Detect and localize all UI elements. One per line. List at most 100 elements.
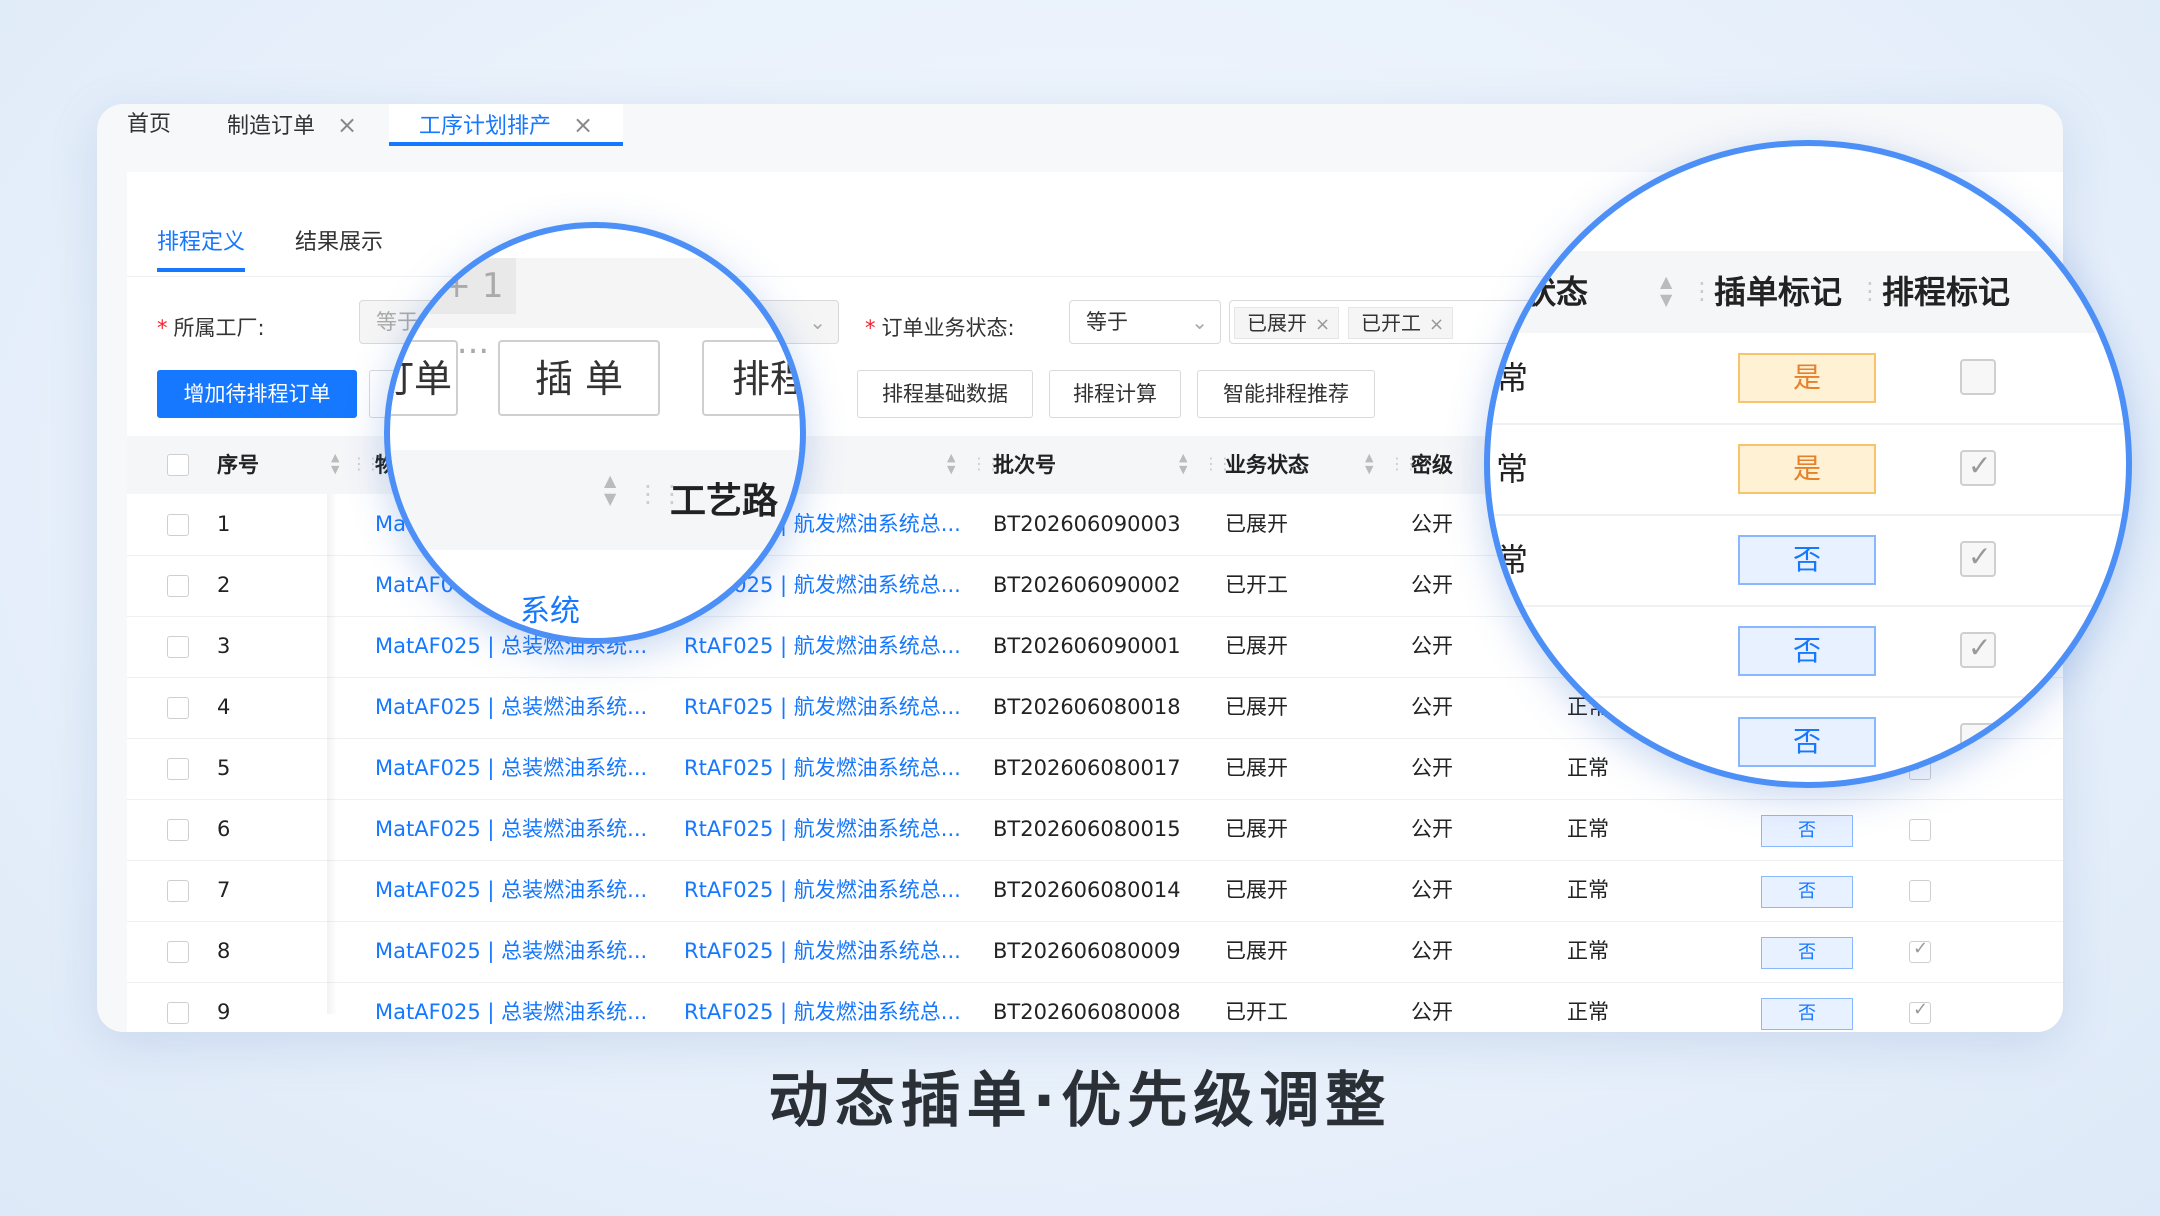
row-checkbox[interactable] [167,941,189,963]
col-secret-level: 密级 [1411,453,1453,477]
insert-mark-badge[interactable]: 否 [1738,717,1876,767]
overflow-tag[interactable]: + 1 ... [430,258,516,362]
row-checkbox[interactable] [167,514,189,536]
cell-secret-level: 公开 [1411,939,1453,963]
basic-data-button[interactable]: 排程基础数据 [857,370,1033,418]
cell-route[interactable]: RtAF025 | 航发燃油系统总... [684,738,961,799]
cell-material[interactable]: MatAF025 | 总装燃油系统... [375,921,647,982]
schedule-mark-checkbox[interactable] [1960,540,1996,577]
row-checkbox[interactable] [167,697,189,719]
schedule-mark-checkbox[interactable] [1909,938,1931,963]
insert-mark-badge[interactable]: 否 [1761,815,1853,847]
schedule-mark-checkbox[interactable] [1960,359,1996,395]
tab-process-scheduling[interactable]: 工序计划排产 × [389,104,624,146]
cell-status-zoom: 常 [1496,450,1529,488]
cell-biz-status: 已展开 [1225,878,1288,902]
insert-mark-badge[interactable]: 否 [1761,937,1853,969]
close-icon[interactable]: × [1315,314,1330,335]
insert-mark-badge[interactable]: 是 [1738,444,1876,494]
insert-mark-badge[interactable]: 否 [1761,998,1853,1030]
table-row[interactable]: 常是 [1490,424,2126,516]
table-row[interactable]: 6 MatAF025 | 总装燃油系统... RtAF025 | 航发燃油系统总..… [127,799,2063,861]
tab-manufacturing-order[interactable]: 制造订单 × [197,104,387,146]
cell-batch: BT202606090002 [993,573,1181,597]
close-icon[interactable]: × [337,111,357,139]
order-button-zoom[interactable]: 订单 [390,340,458,416]
schedule-button-zoom[interactable]: 排程 [702,340,800,416]
calculate-button[interactable]: 排程计算 [1049,370,1181,418]
table-row[interactable]: 否 [1490,697,2126,782]
schedule-mark-checkbox[interactable] [1960,631,1996,668]
select-value: 等于 [1086,310,1128,334]
cell-secret-level: 公开 [1411,695,1453,719]
cell-batch: BT202606090003 [993,512,1181,536]
cell-route[interactable]: RtAF025 | 航发燃油系统总... [684,677,961,738]
cell-route[interactable]: RtAF025 | 航发燃油系统总... [684,860,961,921]
tab-home[interactable]: 首页 [97,104,201,146]
tab-label: 制造订单 [227,114,316,139]
status-tag: 已开工 × [1348,307,1454,339]
insert-mark-badge[interactable]: 否 [1738,626,1876,676]
close-icon[interactable]: × [573,111,593,139]
cell-route[interactable]: RtAF025 | 航发燃油系统总... [684,616,961,677]
add-pending-order-button[interactable]: 增加待排程订单 [157,370,357,418]
cell-route[interactable]: RtAF025 | 航发燃油系统总... [684,799,961,860]
cell-material[interactable]: MatAF025 | 总装燃油系统... [375,738,647,799]
schedule-mark-checkbox[interactable] [1960,449,1996,486]
cell-batch: BT202606080017 [993,756,1181,780]
smart-recommend-button[interactable]: 智能排程推荐 [1197,370,1375,418]
cell-material[interactable]: MatAF025 | 总装燃油系统... [375,799,647,860]
table-row[interactable]: 9 MatAF025 | 总装燃油系统... RtAF025 | 航发燃油系统总..… [127,982,2063,1032]
schedule-mark-checkbox[interactable] [1960,723,1996,759]
cell-route[interactable]: RtAF025 | 航发燃油系统总... [684,921,961,982]
tab-label: 工序计划排产 [419,114,552,139]
order-status-operator-select[interactable]: 等于 ⌄ [1069,300,1221,344]
sort-icon[interactable]: ▲ ▼ [1179,452,1187,476]
cell-material[interactable]: MatAF025 | 总装燃油系统... [375,677,647,738]
sort-icon[interactable]: ▲ ▼ [604,472,616,508]
row-checkbox[interactable] [167,819,189,841]
schedule-mark-checkbox[interactable] [1909,819,1931,841]
status-tag: 已展开 × [1234,307,1340,339]
cell-material[interactable]: MatAF025 | 总装燃油系统... [375,982,647,1032]
col-biz-status: 业务状态 [1225,453,1309,477]
row-checkbox[interactable] [167,758,189,780]
select-all-checkbox[interactable] [167,454,189,476]
cell-secret-level: 公开 [1411,512,1453,536]
schedule-mark-checkbox[interactable] [1909,999,1931,1024]
sort-icon[interactable]: ▲ ▼ [331,452,339,476]
cell-status: 正常 [1567,939,1609,963]
schedule-mark-checkbox[interactable] [1909,880,1931,902]
table-row[interactable]: 常否 [1490,515,2126,607]
table-row[interactable]: 常是 [1490,333,2126,425]
table-row[interactable]: 8 MatAF025 | 总装燃油系统... RtAF025 | 航发燃油系统总..… [127,921,2063,983]
sort-icon[interactable]: ▲ ▼ [1660,273,1672,309]
row-checkbox[interactable] [167,636,189,658]
table-row[interactable]: 否 [1490,606,2126,698]
cell-seq: 9 [217,1000,231,1024]
fixed-column-shadow [327,494,337,1014]
cell-route[interactable]: RtAF025 | 航发燃油系统总... [684,982,961,1032]
required-mark: * [157,316,168,340]
table-row[interactable]: 7 MatAF025 | 总装燃油系统... RtAF025 | 航发燃油系统总..… [127,860,2063,922]
cell-material[interactable]: MatAF025 | 总装燃油系统... [375,860,647,921]
insert-order-button[interactable]: 插 单 [498,340,660,416]
col-status-zoom: 状态 [1524,273,1589,311]
row-checkbox[interactable] [167,575,189,597]
insert-mark-badge[interactable]: 是 [1738,353,1876,403]
cell-biz-status: 已展开 [1225,939,1288,963]
close-icon[interactable]: × [1429,314,1444,335]
tab-schedule-definition[interactable]: 排程定义 [157,224,246,272]
sort-icon[interactable]: ▲ ▼ [947,452,955,476]
table-header-zoom: 状态 ▲ ▼ ⋮⋮ 插单标记 ⋮⋮ 排程标记 [1490,251,2126,333]
sort-icon[interactable]: ▲ ▼ [1365,452,1373,476]
tab-result-display[interactable]: 结果展示 [295,224,383,256]
cell-secret-level: 公开 [1411,817,1453,841]
cell-seq: 7 [217,878,231,902]
row-checkbox[interactable] [167,880,189,902]
row-checkbox[interactable] [167,1002,189,1024]
insert-mark-badge[interactable]: 否 [1761,876,1853,908]
insert-mark-badge[interactable]: 否 [1738,535,1876,585]
cell-batch: BT202606080015 [993,817,1181,841]
cell-seq: 1 [217,512,231,536]
